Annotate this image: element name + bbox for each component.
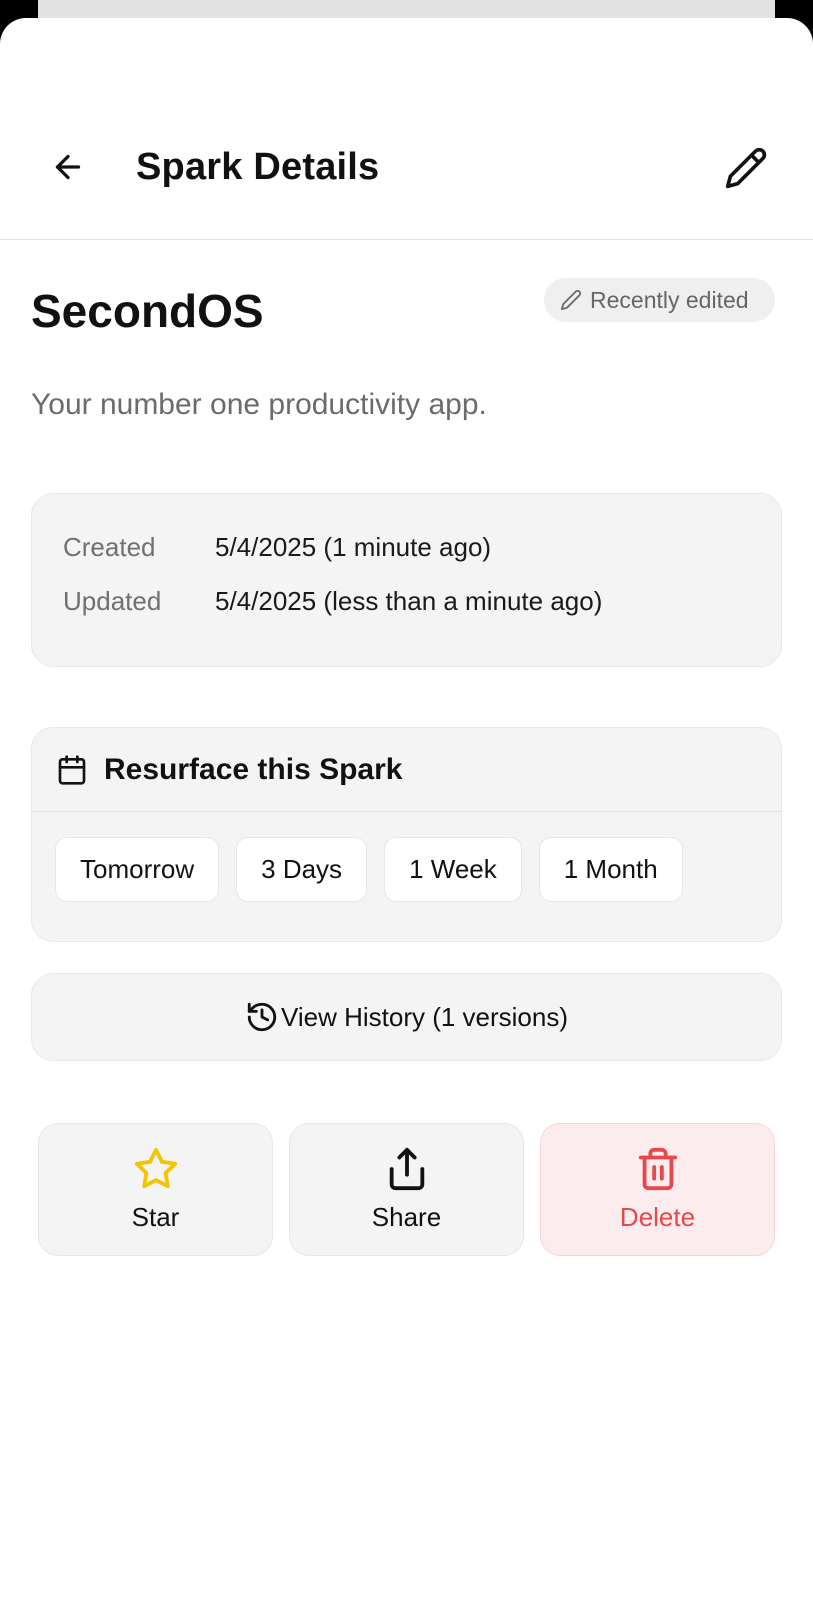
resurface-1-month-button[interactable]: 1 Month (538, 837, 683, 902)
resurface-1-week-button[interactable]: 1 Week (384, 837, 522, 902)
badge-label: Recently edited (590, 286, 749, 313)
resurface-header: Resurface this Spark (32, 728, 781, 812)
spark-details-sheet: Spark Details SecondOS Recently edited Y… (0, 18, 813, 1600)
calendar-icon (58, 754, 86, 785)
star-label: Star (131, 1202, 180, 1232)
top-bar: Spark Details (0, 18, 813, 240)
trash-icon (638, 1147, 677, 1191)
pencil-icon (560, 289, 582, 311)
history-icon (247, 1002, 277, 1032)
resurface-3-days-button[interactable]: 3 Days (236, 837, 368, 902)
updated-value: 5/4/2025 (less than a minute ago) (215, 586, 603, 616)
resurface-options: Tomorrow 3 Days 1 Week 1 Month (55, 837, 683, 902)
star-button[interactable]: Star (38, 1123, 273, 1256)
resurface-card: Resurface this Spark Tomorrow 3 Days 1 W… (31, 727, 782, 942)
spark-description: Your number one productivity app. (31, 388, 487, 421)
share-label: Share (371, 1202, 442, 1232)
spark-title: SecondOS (31, 285, 264, 337)
share-icon (389, 1147, 424, 1191)
delete-label: Delete (619, 1202, 696, 1232)
view-history-label: View History (1 versions) (280, 1001, 569, 1032)
page-title: Spark Details (136, 146, 380, 188)
resurface-title: Resurface this Spark (104, 752, 403, 786)
back-button[interactable] (44, 143, 92, 191)
view-history-button[interactable]: View History (1 versions) (31, 973, 782, 1061)
resurface-tomorrow-button[interactable]: Tomorrow (55, 837, 220, 902)
pencil-icon (725, 147, 767, 189)
created-label: Created (63, 532, 156, 562)
created-row: Created 5/4/2025 (1 minute ago) (63, 532, 491, 563)
metadata-card: Created 5/4/2025 (1 minute ago) Updated 5/… (31, 493, 782, 667)
share-button[interactable]: Share (289, 1123, 524, 1256)
recently-edited-badge: Recently edited (544, 278, 775, 322)
updated-label: Updated (63, 586, 162, 616)
arrow-left-icon (55, 154, 81, 180)
created-value: 5/4/2025 (1 minute ago) (215, 532, 492, 562)
updated-row: Updated 5/4/2025 (less than a minute ago) (63, 586, 602, 617)
star-icon (134, 1147, 177, 1189)
delete-button[interactable]: Delete (540, 1123, 775, 1256)
edit-button[interactable] (720, 142, 772, 194)
